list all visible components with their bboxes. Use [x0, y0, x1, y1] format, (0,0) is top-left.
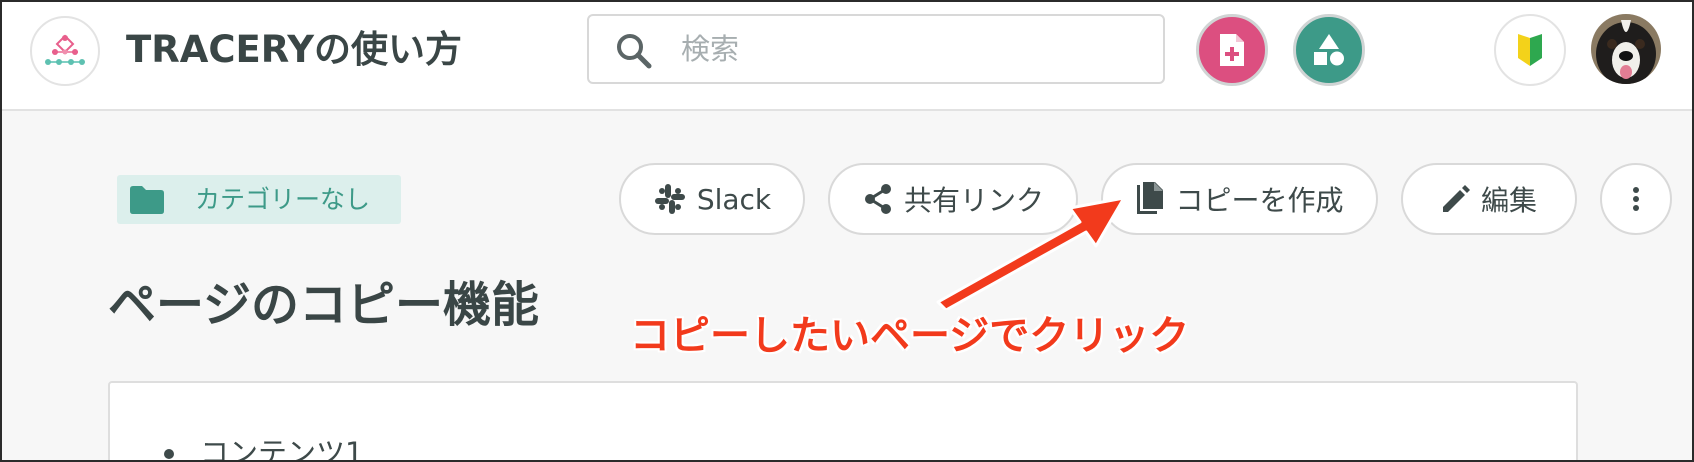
slack-icon — [654, 184, 685, 214]
new-page-button[interactable] — [1196, 14, 1268, 86]
search-box[interactable] — [587, 14, 1165, 84]
pencil-icon — [1442, 185, 1470, 212]
new-shape-button[interactable] — [1293, 14, 1365, 86]
beginner-mark-icon — [1518, 34, 1542, 66]
tracery-logo[interactable] — [30, 16, 100, 86]
folder-icon — [130, 186, 164, 214]
slack-button[interactable]: Slack — [619, 163, 805, 235]
page-content-card: コンテンツ1 — [108, 381, 1578, 462]
share-icon — [864, 184, 891, 214]
page-title: ページのコピー機能 — [108, 277, 540, 333]
shapes-icon — [1314, 34, 1344, 66]
copy-icon — [1137, 182, 1164, 214]
user-avatar[interactable] — [1591, 14, 1661, 84]
tracery-logo-icon — [45, 34, 85, 65]
dog-avatar-image — [1591, 14, 1661, 84]
category-label: カテゴリーなし — [195, 185, 371, 214]
edit-label: 編集 — [1480, 184, 1537, 217]
beginner-mark-button[interactable] — [1494, 14, 1566, 86]
category-tag[interactable]: カテゴリーなし — [117, 175, 401, 224]
bullet — [164, 449, 174, 459]
slack-label: Slack — [696, 182, 772, 216]
more-vertical-icon — [1633, 187, 1639, 211]
search-icon — [617, 34, 652, 69]
app-title[interactable]: TRACERYの使い方 — [126, 22, 462, 78]
annotation-text: コピーしたいページでクリック — [630, 313, 1190, 359]
search-input[interactable] — [681, 16, 1151, 82]
edit-button[interactable]: 編集 — [1401, 163, 1577, 235]
more-options-button[interactable] — [1600, 163, 1672, 235]
create-copy-label: コピーを作成 — [1175, 184, 1344, 217]
create-copy-button[interactable]: コピーを作成 — [1101, 163, 1378, 235]
top-header: TRACERYの使い方 — [0, 0, 1694, 111]
annotation-arrow — [936, 196, 1126, 310]
file-plus-icon — [1220, 34, 1244, 66]
list-item-label: コンテンツ1 — [200, 436, 364, 462]
